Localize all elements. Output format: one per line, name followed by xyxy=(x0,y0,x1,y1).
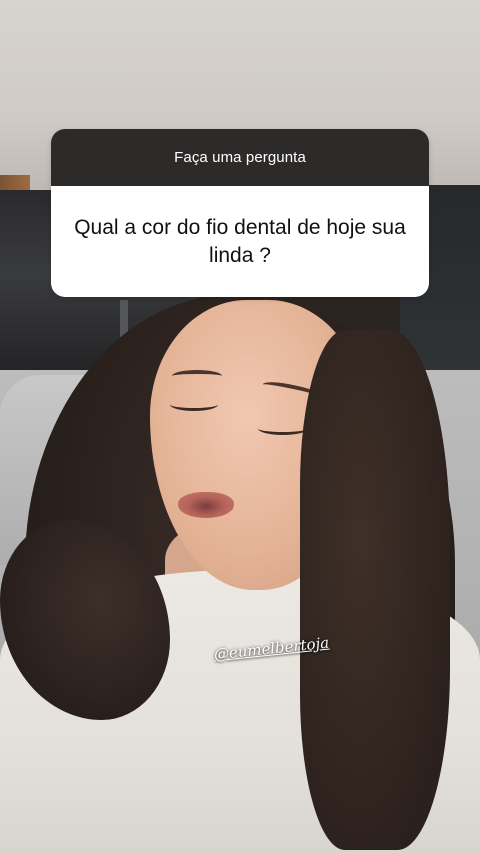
story-viewer[interactable]: Faça uma pergunta Qual a cor do fio dent… xyxy=(0,0,480,854)
question-sticker[interactable]: Faça uma pergunta Qual a cor do fio dent… xyxy=(51,129,429,297)
closed-eye xyxy=(258,422,308,435)
mouth xyxy=(178,492,234,518)
hair-strand xyxy=(300,330,450,850)
question-sticker-header: Faça uma pergunta xyxy=(51,129,429,186)
closed-eye xyxy=(170,398,218,411)
eyebrow xyxy=(172,370,222,382)
question-sticker-body: Qual a cor do fio dental de hoje sua lin… xyxy=(51,186,429,297)
question-sticker-prompt: Faça uma pergunta xyxy=(174,149,306,166)
question-text: Qual a cor do fio dental de hoje sua lin… xyxy=(74,215,406,267)
